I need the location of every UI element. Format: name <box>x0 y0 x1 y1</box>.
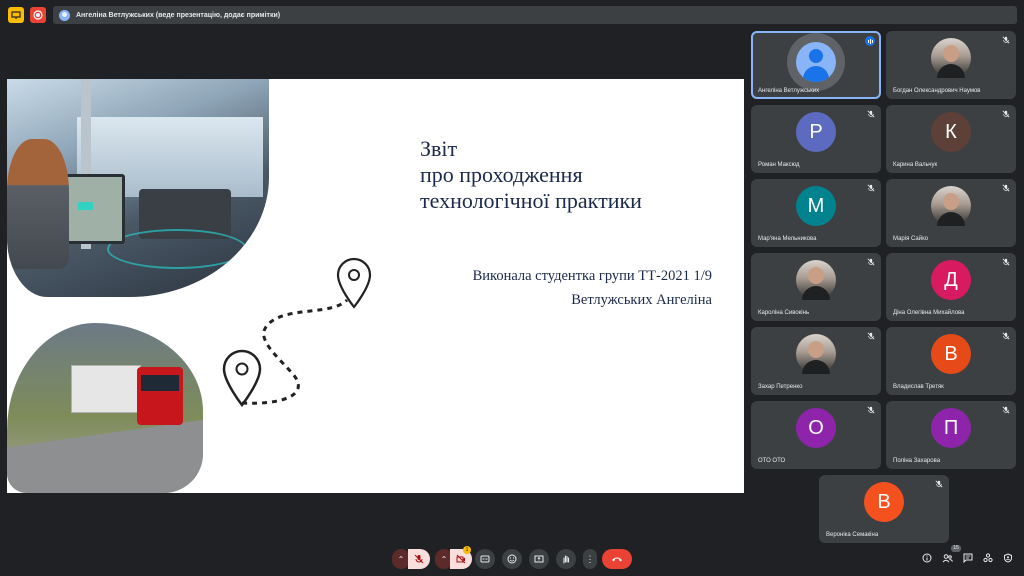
mic-off-icon <box>867 258 875 266</box>
avatar-photo <box>931 38 971 78</box>
mic-off-icon <box>1002 36 1010 44</box>
presenter-label: Ангеліна Ветлужських (веде презентацію, … <box>76 11 281 19</box>
end-call-icon <box>612 557 622 562</box>
captions-button[interactable] <box>475 549 495 569</box>
participant-tile[interactable]: М Мар'яна Мельникова <box>751 179 881 247</box>
recording-icon[interactable] <box>30 7 46 23</box>
mic-off-icon <box>867 110 875 118</box>
notification-badge: 1 <box>463 546 471 554</box>
participant-tile[interactable]: Д Діна Олегівна Михайлова <box>886 253 1016 321</box>
participant-tile[interactable]: О ОТО ОТО <box>751 401 881 469</box>
mic-off-icon <box>1002 406 1010 414</box>
captions-icon <box>480 555 490 563</box>
participant-name: Захар Петренко <box>758 384 803 390</box>
participant-name: Поліна Захарова <box>893 458 941 464</box>
avatar-initial: Д <box>931 260 971 300</box>
participant-name: Роман Максюд <box>758 162 800 168</box>
avatar-photo <box>796 334 836 374</box>
mic-toggle-button[interactable] <box>408 549 430 569</box>
meet-window: Ангеліна Ветлужських (веде презентацію, … <box>0 0 1024 576</box>
avatar-initial: В <box>864 482 904 522</box>
mic-off-icon <box>867 406 875 414</box>
presenter-avatar-icon <box>59 9 70 21</box>
mic-off-icon <box>867 332 875 340</box>
participant-name: Діна Олегівна Михайлова <box>893 310 965 316</box>
present-button[interactable] <box>529 549 549 569</box>
slide-title: Звіт про проходження технологічної практ… <box>420 136 642 214</box>
host-controls-button[interactable] <box>1002 553 1014 565</box>
chat-icon <box>963 553 973 564</box>
avatar-photo <box>931 186 971 226</box>
location-pin-icon <box>336 257 372 309</box>
participant-name: Вероніка Семакіна <box>826 532 879 538</box>
participant-tile[interactable]: К Карина Вальчук <box>886 105 1016 173</box>
chevron-up-icon: ⌃ <box>440 554 448 564</box>
activities-button[interactable] <box>982 553 994 565</box>
participant-count: 15 <box>951 545 961 552</box>
presenter-bar: Ангеліна Ветлужських (веде презентацію, … <box>53 6 1017 24</box>
more-options-icon: ⋮ <box>585 554 595 564</box>
mic-off-icon <box>1002 184 1010 192</box>
avatar-initial: К <box>931 112 971 152</box>
avatar-initial: П <box>931 408 971 448</box>
mic-off-icon <box>935 480 943 488</box>
mic-off-icon <box>867 184 875 192</box>
participant-tile[interactable]: Р Роман Максюд <box>751 105 881 173</box>
slide-title-line: про проходження <box>420 162 583 187</box>
participant-tile[interactable]: Захар Петренко <box>751 327 881 395</box>
presentation-slide: Звіт про проходження технологічної практ… <box>7 79 744 493</box>
chat-button[interactable] <box>962 553 974 565</box>
camera-off-icon <box>456 554 466 564</box>
present-icon <box>534 555 544 563</box>
participant-name: Кароліна Сивокінь <box>758 310 810 316</box>
raise-hand-icon <box>563 555 570 564</box>
meeting-details-button[interactable] <box>921 553 933 565</box>
default-avatar-icon <box>787 33 845 91</box>
raise-hand-button[interactable] <box>556 549 576 569</box>
slide-subtitle: Виконала студентка групи ТТ-2021 1/9 Вет… <box>473 264 712 312</box>
mic-off-icon <box>1002 332 1010 340</box>
avatar-photo <box>796 260 836 300</box>
chevron-up-icon: ⌃ <box>397 554 405 564</box>
host-controls-icon <box>1004 553 1012 563</box>
slide-subtitle-line: Ветлужських Ангеліна <box>571 292 712 308</box>
speaking-indicator-icon <box>865 36 875 46</box>
avatar-initial: Р <box>796 112 836 152</box>
participant-tile[interactable]: Ангеліна Ветлужських <box>751 31 881 99</box>
participant-name: Владислав Третяк <box>893 384 944 390</box>
participant-name: Ангеліна Ветлужських <box>758 88 820 94</box>
truck-photo <box>7 323 203 493</box>
participant-name: Мар'яна Мельникова <box>758 236 817 242</box>
location-pin-icon <box>222 349 262 408</box>
participant-name: Марія Сайко <box>893 236 929 242</box>
info-icon <box>922 553 932 563</box>
people-icon <box>942 554 953 563</box>
participant-name: Карина Вальчук <box>893 162 938 168</box>
mic-off-icon <box>414 554 424 564</box>
leave-call-button[interactable] <box>602 549 632 569</box>
participant-tile[interactable]: В Владислав Третяк <box>886 327 1016 395</box>
slide-title-line: Звіт <box>420 136 458 161</box>
activities-icon <box>983 553 993 563</box>
more-options-button[interactable]: ⋮ <box>583 549 597 569</box>
participant-name: ОТО ОТО <box>758 458 786 464</box>
participant-tile[interactable]: П Поліна Захарова <box>886 401 1016 469</box>
slide-subtitle-line: Виконала студентка групи ТТ-2021 1/9 <box>472 268 712 284</box>
participant-tile[interactable]: В Вероніка Семакіна <box>819 475 949 543</box>
slide-title-line: технологічної практики <box>420 188 642 213</box>
participant-tile[interactable]: Марія Сайко <box>886 179 1016 247</box>
participant-tile[interactable]: Кароліна Сивокінь <box>751 253 881 321</box>
route-illustration <box>222 257 372 408</box>
presentation-icon[interactable] <box>8 7 24 23</box>
avatar-initial: В <box>931 334 971 374</box>
people-button[interactable] <box>941 553 953 565</box>
reactions-button[interactable] <box>502 549 522 569</box>
avatar-initial: О <box>796 408 836 448</box>
participant-tile[interactable]: Богдан Олександрович Наумов <box>886 31 1016 99</box>
participant-name: Богдан Олександрович Наумов <box>893 88 981 94</box>
mic-off-icon <box>1002 110 1010 118</box>
avatar-initial: М <box>796 186 836 226</box>
mic-off-icon <box>1002 258 1010 266</box>
emoji-icon <box>507 554 517 564</box>
